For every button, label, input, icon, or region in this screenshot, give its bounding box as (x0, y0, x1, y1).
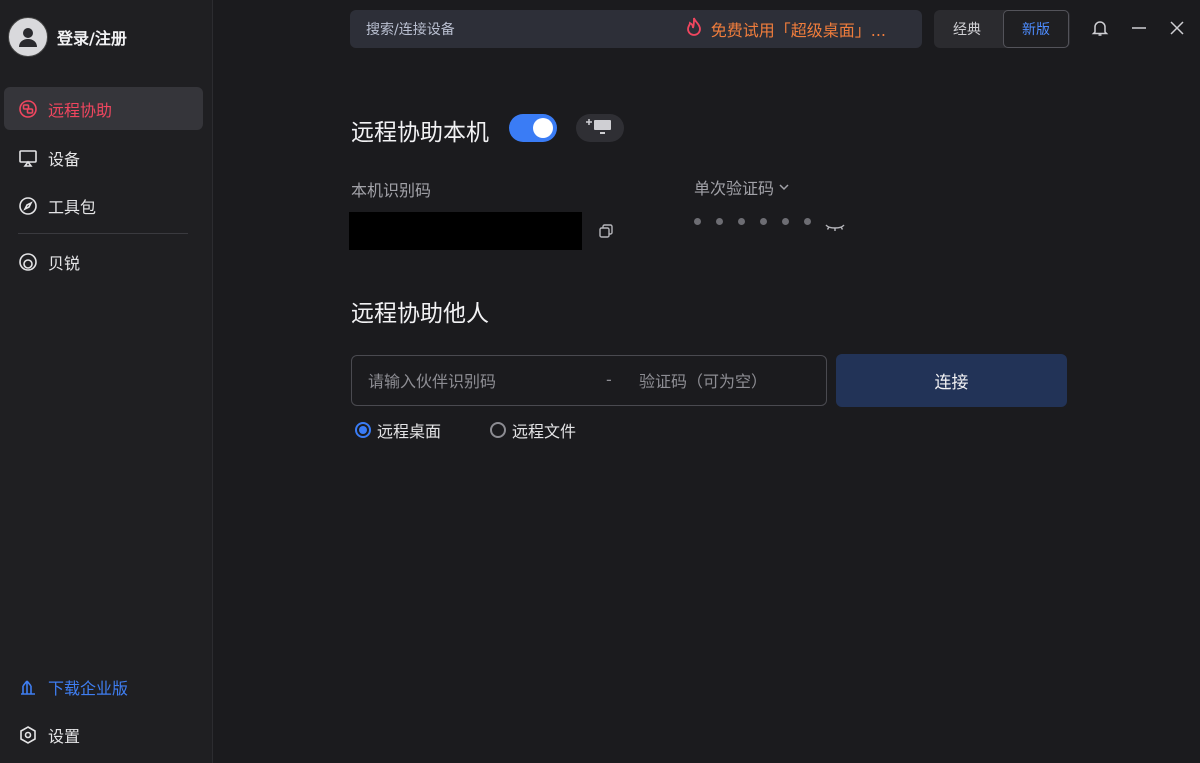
sidebar-item-label: 远程协助 (48, 100, 113, 120)
download-enterprise-link[interactable]: 下载企业版 (4, 665, 203, 708)
screen-share-button[interactable] (576, 114, 624, 142)
login-register-label: 登录/注册 (57, 29, 127, 48)
promo-link[interactable]: 免费试用「超级桌面」... (685, 10, 886, 48)
mask-dot (782, 218, 789, 225)
mask-dot (738, 218, 745, 225)
sidebar: 登录/注册 远程协助 设备 工具包 贝锐 下载企业版 设置 (0, 0, 213, 763)
promo-text: 免费试用「超级桌面」... (710, 21, 886, 40)
device-id-value-redacted (349, 212, 582, 250)
mask-dot (804, 218, 811, 225)
verify-code-input[interactable] (637, 356, 821, 407)
remote-assist-icon (18, 99, 38, 119)
login-register-button[interactable]: 登录/注册 (8, 16, 127, 58)
monitor-sparkle-icon (585, 117, 615, 139)
minimize-icon[interactable] (1127, 16, 1151, 40)
remote-file-radio[interactable]: 远程文件 (490, 418, 576, 442)
assist-self-title: 远程协助本机 (351, 120, 489, 146)
toggle-knob (533, 118, 553, 138)
input-separator: - (606, 370, 612, 389)
assist-self-toggle[interactable] (509, 114, 557, 142)
monitor-icon (18, 148, 38, 168)
sidebar-item-label: 工具包 (48, 197, 97, 217)
eye-closed-icon[interactable] (824, 218, 846, 236)
app-window: 登录/注册 远程协助 设备 工具包 贝锐 下载企业版 设置 搜索/连接设备 免费… (0, 0, 1200, 763)
classic-mode-button[interactable]: 经典 (934, 10, 1000, 48)
connect-button[interactable]: 连接 (836, 354, 1067, 407)
copy-icon[interactable] (597, 222, 615, 240)
radio-label: 远程文件 (512, 422, 577, 441)
new-mode-button[interactable]: 新版 (1003, 10, 1069, 48)
assist-others-title: 远程协助他人 (351, 301, 489, 327)
mask-dot (694, 218, 701, 225)
sidebar-item-label: 设备 (48, 149, 81, 169)
download-enterprise-label: 下载企业版 (48, 678, 129, 698)
sidebar-item-label: 贝锐 (48, 253, 81, 273)
device-id-label: 本机识别码 (351, 181, 432, 200)
chevron-down-icon (778, 178, 790, 197)
connect-input-group: - (351, 355, 827, 407)
sidebar-item-oray[interactable]: 贝锐 (4, 240, 203, 283)
search-placeholder: 搜索/连接设备 (366, 22, 455, 38)
bell-icon[interactable] (1088, 16, 1112, 40)
sidebar-divider (18, 233, 188, 234)
radio-unselected-indicator (490, 422, 506, 438)
avatar-icon (8, 17, 48, 57)
building-icon (18, 677, 38, 697)
settings-label: 设置 (48, 726, 81, 746)
radio-label: 远程桌面 (377, 422, 442, 441)
partner-id-input[interactable] (366, 356, 600, 407)
settings-button[interactable]: 设置 (4, 713, 203, 756)
compass-icon (18, 196, 38, 216)
sidebar-item-remote-assist[interactable]: 远程协助 (4, 87, 203, 130)
mask-dot (716, 218, 723, 225)
radio-selected-indicator (355, 422, 371, 438)
code-type-dropdown[interactable]: 单次验证码 (694, 175, 790, 199)
remote-desktop-radio[interactable]: 远程桌面 (355, 418, 441, 442)
flame-icon (685, 17, 703, 41)
sidebar-item-devices[interactable]: 设备 (4, 136, 203, 179)
close-icon[interactable] (1165, 16, 1189, 40)
verification-code-masked (694, 218, 811, 225)
mask-dot (760, 218, 767, 225)
search-connect-bar[interactable]: 搜索/连接设备 免费试用「超级桌面」... (350, 10, 922, 48)
sidebar-item-toolkit[interactable]: 工具包 (4, 184, 203, 227)
settings-hex-icon (18, 725, 38, 745)
oray-logo-icon (18, 252, 38, 272)
code-type-label: 单次验证码 (694, 179, 775, 198)
version-switch: 经典 新版 (934, 10, 1070, 48)
